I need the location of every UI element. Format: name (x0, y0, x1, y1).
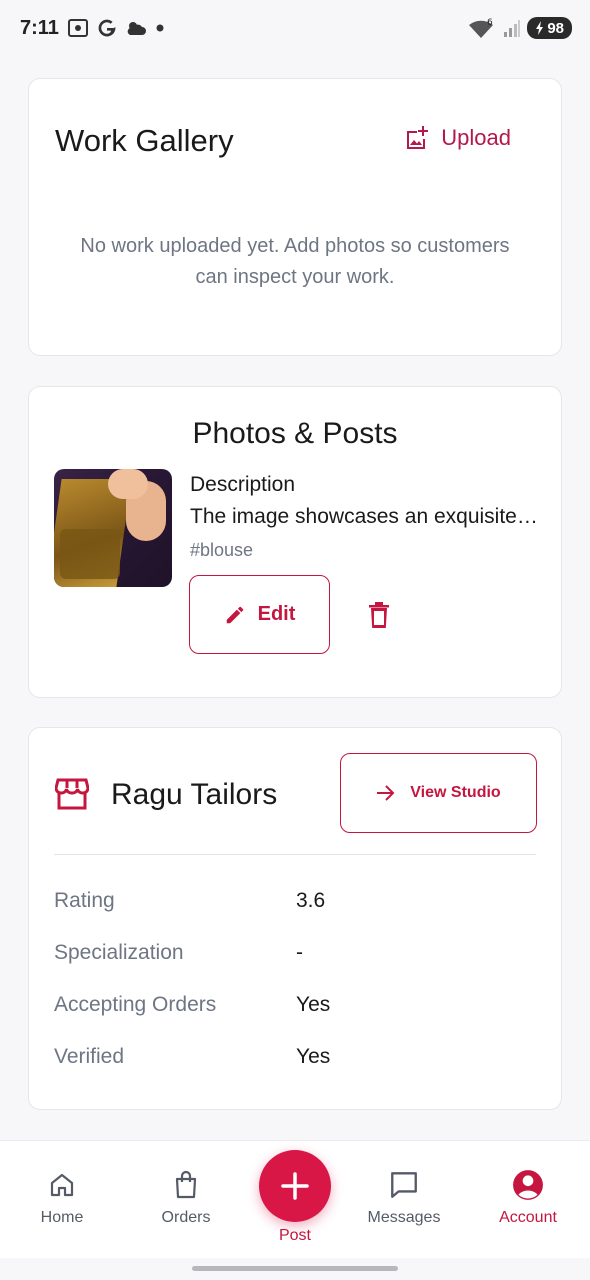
nav-account[interactable]: Account (478, 1169, 578, 1227)
edit-post-button[interactable]: Edit (189, 575, 330, 654)
weather-icon (127, 22, 146, 35)
divider (54, 854, 536, 855)
verified-label: Verified (54, 1045, 125, 1068)
post-description-label: Description (190, 473, 296, 496)
notification-dot-icon (156, 24, 164, 32)
status-right: 6 98 (467, 17, 572, 39)
nav-account-label: Account (499, 1209, 557, 1226)
delete-post-button[interactable] (363, 597, 395, 633)
info-row-specialization: Specialization - (54, 941, 534, 971)
photos-posts-title: Photos & Posts (192, 417, 398, 450)
photos-posts-card: Photos & Posts Description The image sho… (28, 386, 562, 698)
trash-icon (369, 602, 389, 628)
gallery-empty-message: No work uploaded yet. Add photos so cust… (80, 235, 510, 288)
view-studio-label: View Studio (410, 784, 501, 801)
upload-button[interactable]: Upload (403, 125, 511, 151)
signal-icon (504, 20, 521, 37)
specialization-label: Specialization (54, 941, 184, 964)
message-icon (391, 1172, 417, 1198)
google-icon (98, 19, 116, 37)
nav-home[interactable]: Home (12, 1169, 112, 1227)
status-bar: 7:11 6 98 (0, 0, 590, 56)
verified-value: Yes (296, 1045, 331, 1068)
account-circle-icon (513, 1170, 543, 1200)
home-indicator[interactable] (192, 1266, 398, 1271)
work-gallery-card: Work Gallery Upload No work uploaded yet… (28, 78, 562, 356)
upload-label: Upload (441, 125, 511, 150)
nav-orders-label: Orders (161, 1209, 211, 1226)
charging-icon (536, 21, 544, 35)
nav-orders[interactable]: Orders (136, 1169, 236, 1227)
shopping-bag-icon (175, 1170, 197, 1199)
edit-label: Edit (257, 603, 296, 625)
battery-indicator: 98 (527, 17, 572, 39)
add-photo-icon (407, 126, 429, 149)
accepting-orders-label: Accepting Orders (54, 993, 217, 1016)
rating-label: Rating (54, 889, 115, 912)
plus-icon (281, 1172, 309, 1200)
status-left: 7:11 (20, 17, 165, 40)
battery-level: 98 (547, 19, 564, 37)
arrow-right-icon (377, 785, 395, 801)
wifi-icon: 6 (469, 18, 494, 38)
work-gallery-title: Work Gallery (55, 123, 234, 158)
nav-messages-label: Messages (367, 1209, 441, 1226)
status-time: 7:11 (20, 16, 59, 39)
view-studio-button[interactable]: View Studio (340, 753, 537, 833)
screenshot-icon (67, 19, 88, 37)
info-row-rating: Rating 3.6 (54, 889, 534, 919)
info-row-accepting-orders: Accepting Orders Yes (54, 993, 534, 1023)
home-icon (50, 1173, 74, 1197)
post-thumbnail[interactable] (54, 469, 172, 587)
tailor-card: Ragu Tailors View Studio Rating 3.6 Spec… (28, 727, 562, 1110)
rating-value: 3.6 (296, 889, 326, 912)
store-icon (55, 778, 89, 810)
post-tag: #blouse (190, 540, 254, 560)
info-row-verified: Verified Yes (54, 1045, 534, 1075)
svg-text:6: 6 (487, 18, 493, 28)
nav-messages[interactable]: Messages (354, 1169, 454, 1227)
nav-home-label: Home (40, 1209, 84, 1226)
nav-post-label: Post (278, 1227, 311, 1244)
post-description: The image showcases an exquisite blouse (190, 505, 540, 528)
pencil-icon (226, 606, 243, 623)
tailor-name: Ragu Tailors (111, 778, 278, 811)
accepting-orders-value: Yes (296, 993, 331, 1016)
specialization-value: - (296, 941, 303, 964)
post-fab-button[interactable] (259, 1150, 331, 1222)
